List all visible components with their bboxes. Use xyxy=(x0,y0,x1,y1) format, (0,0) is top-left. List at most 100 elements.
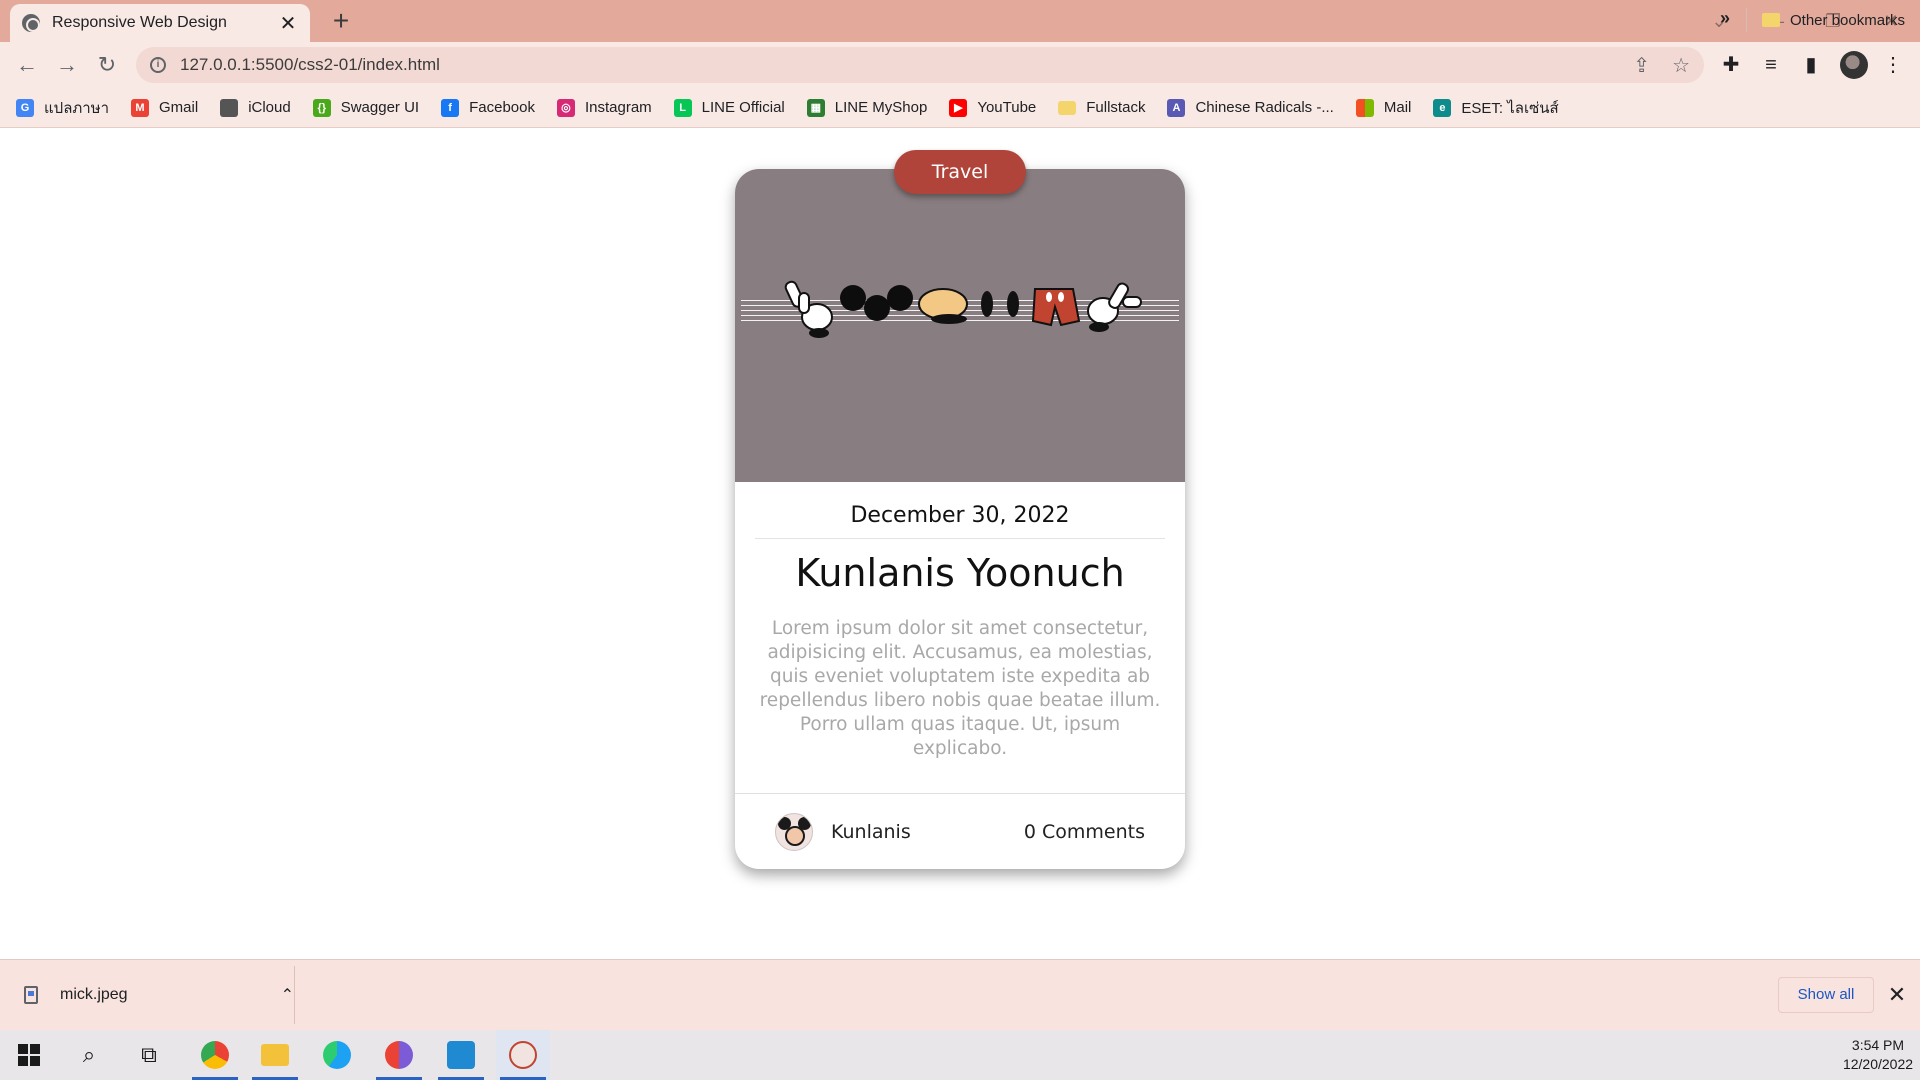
bookmark-item[interactable]: A Chinese Radicals -... xyxy=(1167,98,1334,117)
shorts-icon xyxy=(1031,288,1081,327)
forward-arrow-icon[interactable]: → xyxy=(52,50,82,80)
category-badge: Travel xyxy=(894,150,1026,194)
show-all-button[interactable]: Show all xyxy=(1778,977,1874,1013)
side-panel-icon[interactable]: ▮ xyxy=(1796,50,1826,80)
bookmark-label: LINE MyShop xyxy=(834,99,928,116)
globe-icon xyxy=(22,14,40,32)
extensions-puzzle-icon[interactable]: ✚ xyxy=(1716,50,1746,80)
chrome-taskbar-icon[interactable] xyxy=(188,1030,242,1080)
bookmark-label: แปลภาษา xyxy=(44,99,110,117)
eyes-icon xyxy=(981,291,1019,317)
bookmark-label: Chinese Radicals -... xyxy=(1195,99,1334,116)
bookmark-label: LINE Official xyxy=(701,99,785,116)
instagram-icon: ◎ xyxy=(556,98,575,117)
glove-left-icon xyxy=(784,280,833,338)
bookmark-label: iCloud xyxy=(248,99,291,116)
kebab-menu-icon[interactable]: ⋮ xyxy=(1878,50,1908,80)
folder-icon xyxy=(1058,100,1077,115)
bookmarks-bar: G แปลภาษา M Gmail iCloud {} Swagger UI f Faceboo… xyxy=(0,88,1920,128)
share-icon[interactable]: ⇪ xyxy=(1633,53,1650,78)
bookmarks-overflow-button[interactable]: » xyxy=(1720,8,1730,29)
windows-taskbar: ⌕ ⧉ 3:54 PM 12/20/2022 xyxy=(0,1030,1920,1080)
bookmark-label: Fullstack xyxy=(1086,99,1146,116)
facebook-icon: f xyxy=(441,98,460,117)
tab-title: Responsive Web Design xyxy=(52,14,227,31)
browser-toolbar: ← → ↻ i 127.0.0.1:5500/css2-01/index.htm… xyxy=(0,42,1920,88)
file-explorer-icon[interactable] xyxy=(248,1030,302,1080)
download-file-name[interactable]: mick.jpeg xyxy=(60,986,281,1004)
bookmark-item[interactable]: M Gmail xyxy=(131,98,198,117)
bookmark-item[interactable]: {} Swagger UI xyxy=(312,98,420,117)
mickey-parts-illustration xyxy=(784,280,1142,338)
close-download-shelf-button[interactable]: ✕ xyxy=(1884,980,1910,1010)
page-viewport: December 30, 2022 Kunlanis Yoonuch Lorem… xyxy=(0,129,1920,959)
browser-tab-strip: Responsive Web Design ✕ + ⌄ — ❐ ✕ xyxy=(0,0,1920,42)
bookmark-item[interactable]: L LINE Official xyxy=(673,98,785,117)
post-date: December 30, 2022 xyxy=(755,503,1165,539)
folder-icon xyxy=(1762,13,1780,27)
download-divider xyxy=(294,966,295,1024)
microsoft-icon xyxy=(1355,98,1374,117)
author-avatar xyxy=(775,812,813,851)
shop-icon: ▦ xyxy=(806,98,825,117)
vscode-taskbar-icon[interactable] xyxy=(434,1030,488,1080)
clock-date: 12/20/2022 xyxy=(1842,1056,1914,1072)
clock-time: 3:54 PM xyxy=(1851,1037,1905,1053)
reload-icon[interactable]: ↻ xyxy=(92,50,122,80)
post-title: Kunlanis Yoonuch xyxy=(795,551,1125,595)
image-file-icon xyxy=(24,986,38,1004)
bookmark-item[interactable]: Mail xyxy=(1355,98,1412,117)
edge-taskbar-icon[interactable] xyxy=(310,1030,364,1080)
bookmark-label: Facebook xyxy=(469,99,535,116)
tab-close-button[interactable]: ✕ xyxy=(278,11,298,36)
bookmark-item[interactable]: ▶ YouTube xyxy=(949,98,1037,117)
windows-start-icon[interactable] xyxy=(18,1044,40,1066)
mickey-head-icon xyxy=(840,285,913,321)
download-shelf: mick.jpeg ⌃ Show all ✕ xyxy=(0,959,1920,1030)
new-tab-button[interactable]: + xyxy=(326,6,356,36)
bookmark-star-icon[interactable]: ☆ xyxy=(1672,53,1690,78)
image-viewer-taskbar-icon[interactable] xyxy=(496,1030,550,1080)
chrome-profile-taskbar-icon[interactable] xyxy=(372,1030,426,1080)
other-bookmarks-folder[interactable]: Other bookmarks xyxy=(1762,0,1905,40)
google-translate-icon: G xyxy=(16,98,34,117)
browser-tab[interactable]: Responsive Web Design ✕ xyxy=(10,4,310,42)
address-bar[interactable]: i 127.0.0.1:5500/css2-01/index.html ⇪ ☆ xyxy=(136,47,1704,83)
bookmark-item[interactable]: iCloud xyxy=(220,98,291,117)
url-text[interactable]: 127.0.0.1:5500/css2-01/index.html xyxy=(180,55,1611,75)
bookmark-item[interactable]: ▦ LINE MyShop xyxy=(806,98,928,117)
shoe-icon xyxy=(918,288,968,324)
media-control-icon[interactable]: ≡ xyxy=(1756,50,1786,80)
radicals-icon: A xyxy=(1167,98,1186,117)
bookmark-label: Instagram xyxy=(584,99,652,116)
chevron-up-icon[interactable]: ⌃ xyxy=(281,985,294,1005)
gmail-icon: M xyxy=(131,98,150,117)
download-item[interactable]: mick.jpeg ⌃ xyxy=(24,974,294,1016)
bookmark-label: Mail xyxy=(1383,99,1412,116)
bookmark-item[interactable]: Fullstack xyxy=(1058,99,1145,116)
eset-icon: e xyxy=(1433,98,1452,117)
bookmark-item[interactable]: G แปลภาษา xyxy=(16,96,109,120)
system-clock[interactable]: 3:54 PM 12/20/2022 xyxy=(1836,1036,1920,1074)
bookmark-label: YouTube xyxy=(977,99,1037,116)
comments-count[interactable]: 0 Comments xyxy=(1024,821,1145,843)
profile-avatar[interactable] xyxy=(1840,51,1868,79)
glove-right-icon xyxy=(1087,282,1142,332)
line-icon: L xyxy=(673,98,692,117)
bookmark-label: Swagger UI xyxy=(340,99,420,116)
post-description: Lorem ipsum dolor sit amet consectetur, … xyxy=(759,618,1161,759)
bookmark-item[interactable]: f Facebook xyxy=(441,98,535,117)
author-name: Kunlanis xyxy=(831,820,911,843)
task-view-icon[interactable]: ⧉ xyxy=(122,1030,176,1080)
card-footer: Kunlanis 0 Comments xyxy=(735,793,1185,869)
taskbar-search-icon[interactable]: ⌕ xyxy=(62,1030,116,1080)
bookmark-item[interactable]: ◎ Instagram xyxy=(556,98,652,117)
back-arrow-icon[interactable]: ← xyxy=(12,50,42,80)
swagger-icon: {} xyxy=(312,98,331,117)
site-info-icon[interactable]: i xyxy=(150,57,166,73)
other-bookmarks-label: Other bookmarks xyxy=(1790,11,1906,29)
bookmark-item[interactable]: e ESET: ไลเซ่นส์ xyxy=(1433,96,1559,120)
blog-card: December 30, 2022 Kunlanis Yoonuch Lorem… xyxy=(735,169,1185,869)
youtube-icon: ▶ xyxy=(949,98,968,117)
card-image xyxy=(735,169,1185,482)
